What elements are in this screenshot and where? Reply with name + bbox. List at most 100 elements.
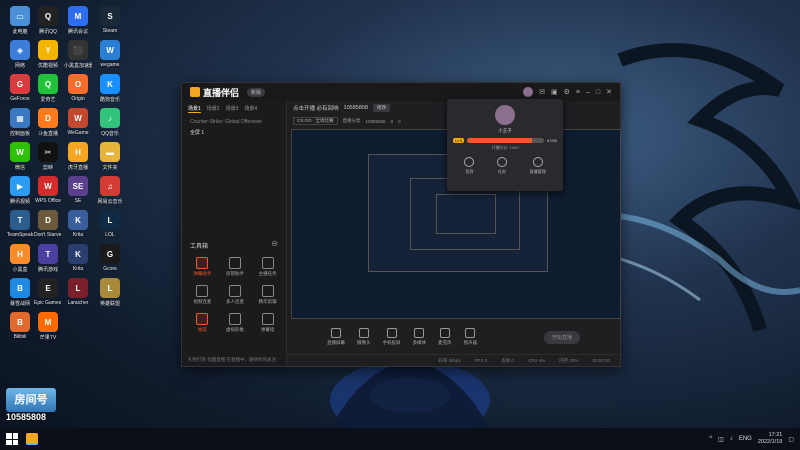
popup-action[interactable]: 任务 bbox=[496, 157, 507, 175]
popup-action[interactable]: 签到 bbox=[464, 157, 475, 175]
close-icon[interactable]: ✕ bbox=[606, 88, 612, 96]
desktop-icon[interactable]: M 腾讯会议 bbox=[64, 6, 92, 35]
tool-button[interactable]: 福袋 bbox=[186, 313, 219, 333]
tab-scene-2[interactable]: 场景2 bbox=[207, 105, 220, 113]
desktop-icon[interactable]: W WPS Office bbox=[34, 176, 62, 204]
desktop-icon[interactable]: K 酷狗音乐 bbox=[96, 74, 124, 103]
menu-icon[interactable]: ≡ bbox=[576, 89, 580, 96]
desktop-icon[interactable]: K Krita bbox=[64, 210, 92, 238]
desktop-icon[interactable]: H 虎牙直播 bbox=[64, 142, 92, 171]
desktop-icon[interactable]: ✂ 剪映 bbox=[34, 142, 62, 171]
desktop-icon[interactable]: E Epic Games Launcher bbox=[34, 278, 62, 306]
source-control[interactable]: 手机投屏 bbox=[383, 328, 401, 346]
desktop-icon[interactable]: Wwegame bbox=[96, 40, 124, 68]
language-indicator[interactable]: ENG bbox=[739, 436, 752, 442]
source-control[interactable]: 直播屏幕 bbox=[327, 328, 345, 346]
tab-scene-4[interactable]: 场景4 bbox=[244, 105, 257, 113]
desktop-icon[interactable]: ▶ 腾讯视频 bbox=[6, 176, 34, 205]
gift-icon[interactable]: ▣ bbox=[551, 88, 558, 96]
source-item[interactable]: Counter-Strike: Global Offensive bbox=[182, 117, 286, 127]
desktop-icon[interactable]: L 英雄联盟 bbox=[96, 278, 124, 307]
desktop-icon[interactable]: G Gcore bbox=[96, 244, 124, 272]
source-item[interactable]: 全屏 1 bbox=[182, 127, 286, 138]
tool-label: 虚拟形象 bbox=[225, 327, 244, 332]
desktop-icon[interactable]: Q 爱奇艺 bbox=[34, 74, 62, 103]
desktop-icon[interactable]: ▭ 此电脑 bbox=[6, 6, 34, 35]
maximize-icon[interactable]: □ bbox=[596, 89, 600, 96]
app-icon: G bbox=[100, 244, 120, 264]
tool-button[interactable]: 精华剪辑 bbox=[251, 285, 284, 305]
desktop-icon[interactable]: T 腾讯游戏 bbox=[34, 244, 62, 273]
desktop-icon[interactable]: W 微信 bbox=[6, 142, 34, 171]
desktop-icon[interactable]: M 芒果TV bbox=[34, 312, 62, 341]
game-category-select[interactable]: CS:GO · 全场比赛 bbox=[293, 117, 338, 125]
minimize-icon[interactable]: – bbox=[586, 89, 590, 96]
app-icon: K bbox=[68, 210, 88, 230]
source-control[interactable]: 多媒体 bbox=[413, 328, 426, 346]
taskbar-app-streaming[interactable] bbox=[26, 433, 38, 445]
tool-label: 弹幕助手 bbox=[193, 271, 212, 276]
desktop-icon[interactable]: S Steam bbox=[96, 6, 124, 34]
source-control[interactable]: 摄像头 bbox=[357, 328, 371, 346]
system-tray: ^ ◫ ♪ ENG 17:21 2022/1/19 ▢ bbox=[709, 432, 794, 446]
desktop-icon[interactable]: K Krita bbox=[64, 244, 92, 272]
app-icon: K bbox=[68, 244, 88, 264]
desktop-icon-label: Krita bbox=[72, 266, 84, 272]
desktop-icon[interactable]: ◈ 网络 bbox=[6, 40, 34, 69]
desktop-icon[interactable]: H 小黑盒 bbox=[6, 244, 34, 273]
app-icon: ✂ bbox=[38, 142, 58, 162]
tool-button[interactable]: 弹幕墙 bbox=[251, 313, 284, 333]
source-control-icon bbox=[414, 328, 425, 338]
level-badge: Lv.5 bbox=[453, 138, 465, 143]
popup-action[interactable]: 直播管理 bbox=[530, 157, 546, 175]
desktop-icon[interactable]: Q 腾讯QQ bbox=[34, 6, 62, 35]
tab-scene-1[interactable]: 场景1 bbox=[188, 105, 201, 113]
desktop-icon[interactable]: T TeamSpeak bbox=[6, 210, 34, 238]
app-icon: H bbox=[68, 142, 88, 162]
app-logo-icon bbox=[190, 87, 200, 97]
chevron-up-icon[interactable]: ^ bbox=[709, 436, 712, 442]
version-badge[interactable]: 新版 bbox=[247, 87, 266, 97]
app-logo: 直播伴侣 bbox=[190, 86, 239, 99]
desktop-icon[interactable]: SE SE bbox=[64, 176, 92, 204]
volume-icon[interactable]: ♪ bbox=[730, 436, 733, 442]
desktop-icon[interactable]: D Don't Starve Together bbox=[34, 210, 62, 238]
notification-icon[interactable]: ▢ bbox=[788, 436, 794, 443]
desktop-icon[interactable]: Y 优酷视频 bbox=[34, 40, 62, 69]
clock-date: 2022/1/19 bbox=[757, 439, 783, 445]
tool-button[interactable]: 房管助手 bbox=[219, 257, 252, 277]
desktop-icon[interactable]: ♪ QQ音乐 bbox=[96, 108, 124, 137]
tool-button[interactable]: 弹幕助手 bbox=[186, 257, 219, 277]
desktop-icon[interactable]: L Lanucher bbox=[64, 278, 92, 306]
desktop-icon[interactable]: G GeForce bbox=[6, 74, 34, 102]
settings-icon[interactable]: ⚙ bbox=[564, 88, 570, 96]
desktop-icon[interactable]: L LOL bbox=[96, 210, 124, 238]
app-icon: W bbox=[100, 40, 120, 60]
tool-button[interactable]: 主播任务 bbox=[251, 257, 284, 277]
network-icon[interactable]: ◫ bbox=[718, 436, 724, 443]
message-icon[interactable]: ✉ bbox=[539, 88, 545, 96]
user-avatar[interactable] bbox=[523, 87, 534, 97]
tool-button[interactable]: 多人连麦 bbox=[219, 285, 252, 305]
windows-start-icon[interactable] bbox=[6, 433, 18, 445]
tools-settings-icon[interactable]: ⊖ bbox=[271, 239, 278, 248]
desktop-icon[interactable]: ▬ 文件夹 bbox=[96, 142, 124, 171]
desktop-icon[interactable]: ▦ 控制面板 bbox=[6, 108, 34, 137]
edit-room-button[interactable]: 修改 bbox=[373, 104, 391, 112]
desktop-icon[interactable]: ♫ 网易云音乐 bbox=[96, 176, 124, 205]
source-control[interactable]: 麦克风 bbox=[438, 328, 452, 346]
desktop-icon-label: QQ音乐 bbox=[101, 131, 119, 137]
desktop-icon[interactable]: B 暴雪战网 bbox=[6, 278, 34, 307]
clock[interactable]: 17:21 2022/1/19 bbox=[758, 432, 782, 446]
desktop-icon[interactable]: W WeGame bbox=[64, 108, 92, 136]
tool-button[interactable]: 视频连麦 bbox=[186, 285, 219, 305]
go-live-button[interactable]: 开始直播 bbox=[543, 330, 580, 344]
desktop-icon[interactable]: D 斗鱼直播 bbox=[34, 108, 62, 137]
desktop-icon[interactable]: B Bilibili bbox=[6, 312, 34, 340]
tab-scene-3[interactable]: 场景3 bbox=[226, 105, 239, 113]
source-control[interactable]: 扬声器 bbox=[464, 328, 477, 346]
tool-button[interactable]: 虚拟形象 bbox=[219, 313, 252, 333]
desktop-icon-label: wegame bbox=[100, 62, 120, 68]
desktop-icon[interactable]: O Origin bbox=[64, 74, 92, 102]
desktop-icon[interactable]: ⬛ 小黑盒加速器 bbox=[64, 40, 92, 69]
